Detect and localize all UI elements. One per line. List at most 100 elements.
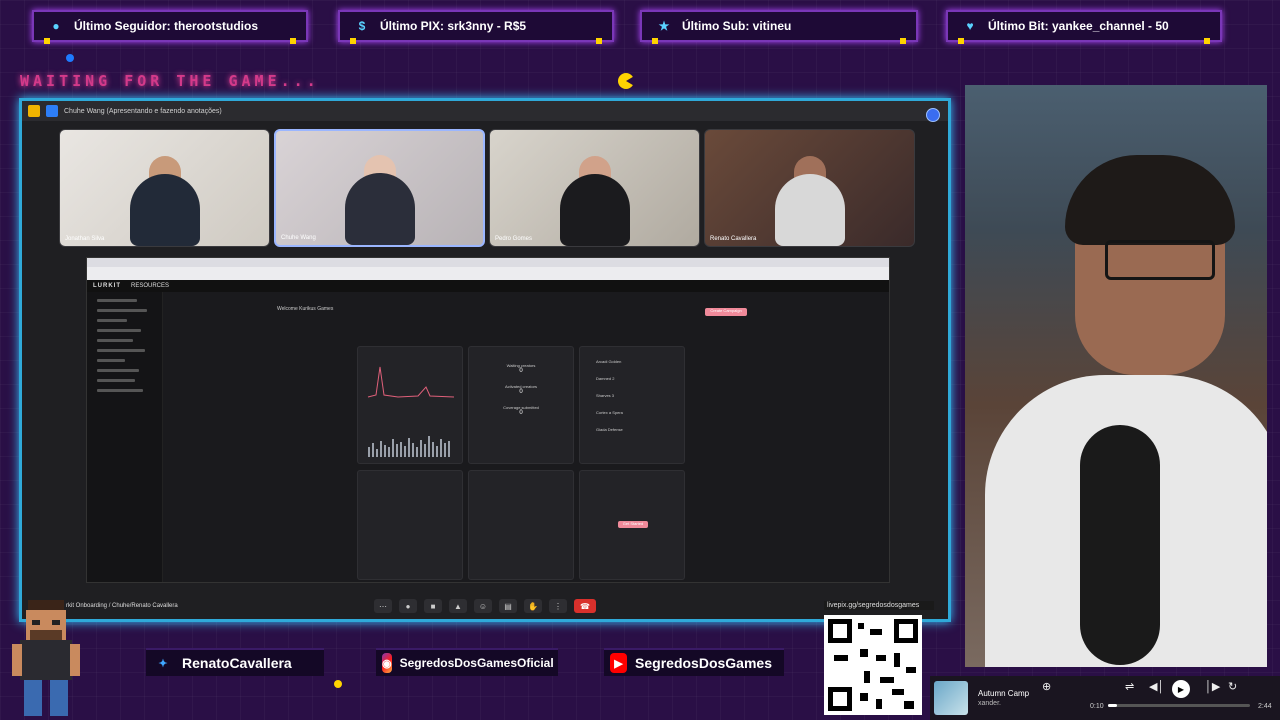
welcome-text: Welcome Kurikus Games [277, 306, 334, 312]
webcam-person [1065, 155, 1235, 245]
edit-icon[interactable] [926, 108, 940, 122]
add-icon[interactable]: ⊕ [1042, 680, 1051, 693]
shuffle-icon[interactable]: ⇌ [1125, 680, 1134, 693]
end-call-button[interactable]: ☎ [574, 599, 596, 613]
pix-icon: $ [358, 19, 366, 33]
game-item[interactable]: Giada Defense [596, 427, 623, 432]
waiting-banner: WAITING FOR THE GAME... [20, 72, 320, 90]
captions-icon[interactable]: ▤ [499, 599, 517, 613]
alert-label: Último Bit: yankee_channel - 50 [988, 19, 1169, 33]
progress-bar[interactable] [1108, 704, 1250, 707]
participant-tile[interactable]: Renato Cavallera [704, 129, 915, 247]
instagram-icon: ◉ [382, 653, 392, 673]
game-item[interactable]: Arcadi Golden [596, 359, 621, 364]
sidebar-item[interactable] [97, 329, 141, 332]
participant-tile[interactable]: Jonathan Silva [59, 129, 270, 247]
qr-module [880, 677, 894, 683]
share-icon[interactable]: ▲ [449, 599, 467, 613]
sidebar-item[interactable] [97, 379, 135, 382]
game-item[interactable]: Damned 2 [596, 376, 614, 381]
alert-last-pix: $ Último PIX: srk3nny - R$5 [338, 10, 614, 44]
emoji-icon[interactable]: ☺ [474, 599, 492, 613]
top-games-panel [468, 470, 574, 580]
qr-module [860, 693, 868, 701]
app-icon [46, 105, 58, 117]
total-time: 2:44 [1258, 703, 1272, 710]
next-icon[interactable]: │▶ [1205, 680, 1220, 693]
mic-icon[interactable]: ● [399, 599, 417, 613]
webcam-feed [965, 85, 1267, 667]
sidebar-item[interactable] [97, 319, 127, 322]
games-panel: Arcadi Golden Damned 2 Sharves 3 Cortex … [579, 346, 685, 464]
qr-module [858, 623, 864, 629]
stats-panel: Waiting creators 0 Activated creators 0 … [468, 346, 574, 464]
alert-label: Último Seguidor: therootstudios [74, 19, 258, 33]
qr-marker [828, 619, 852, 643]
participant-name: Chuhe Wang [281, 235, 316, 241]
microphone [1080, 425, 1160, 665]
qr-marker [894, 619, 918, 643]
music-player: Autumn Camp xander. ⊕ ⇌ ◀│ ▶ │▶ ↻ 0:10 2… [930, 676, 1280, 720]
qr-url: livepix.gg/segredosdosgames [824, 601, 934, 610]
browser-tabs[interactable] [87, 258, 889, 267]
participant-name: Pedro Gomes [495, 236, 533, 242]
qr-code[interactable]: livepix.gg/segredosdosgames [824, 601, 934, 715]
sidebar-item[interactable] [97, 369, 139, 372]
participant-name: Renato Cavallera [710, 236, 757, 242]
star-icon: ★ [658, 19, 670, 33]
pacman-icon [618, 73, 634, 89]
sidebar-item[interactable] [97, 309, 147, 312]
qr-module [870, 629, 882, 635]
meeting-title-bar: Chuhe Wang (Apresentando e fazendo anota… [22, 101, 948, 122]
brand-logo: LURKIT [93, 283, 121, 289]
repeat-icon[interactable]: ↻ [1228, 680, 1237, 693]
glasses-icon [1105, 240, 1215, 280]
alert-label: Último PIX: srk3nny - R$5 [380, 19, 527, 33]
camera-icon[interactable]: ■ [424, 599, 442, 613]
alert-last-sub: ★ Último Sub: vitineu [640, 10, 918, 44]
instagram-handle[interactable]: ◉ SegredosDosGamesOficial [376, 648, 558, 676]
participant-video [559, 174, 630, 246]
sidebar-item[interactable] [97, 299, 137, 302]
browser-toolbar [87, 258, 889, 280]
more-icon[interactable]: ⋯ [374, 599, 392, 613]
twitter-label: RenatoCavallera [182, 655, 292, 671]
twitter-handle[interactable]: ✦ RenatoCavallera [146, 648, 324, 676]
decor-dot [66, 54, 74, 62]
qr-module [894, 653, 900, 667]
qr-module [906, 667, 916, 673]
previous-icon[interactable]: ◀│ [1149, 680, 1164, 693]
top-creators-panel [357, 470, 463, 580]
decor-dot [334, 680, 342, 688]
participant-name: Jonathan Silva [65, 236, 105, 242]
youtube-handle[interactable]: ▶ SegredosDosGames [604, 648, 784, 676]
options-icon[interactable]: ⋮ [549, 599, 567, 613]
sidebar-item[interactable] [97, 359, 125, 362]
alert-label: Último Sub: vitineu [682, 19, 792, 33]
sidebar-item[interactable] [97, 389, 143, 392]
user-icon: ● [52, 19, 60, 33]
participant-tile[interactable]: Chuhe Wang [274, 129, 485, 247]
get-started-button[interactable]: Get Started [618, 521, 648, 528]
qr-module [864, 671, 870, 683]
participant-tile[interactable]: Pedro Gomes [489, 129, 700, 247]
game-item[interactable]: Cortex a Spera [596, 410, 623, 415]
activated-creators-value: 0 [519, 389, 523, 395]
sidebar-item[interactable] [97, 339, 133, 342]
coverage-value: 0 [519, 410, 523, 416]
nav-resources[interactable]: RESOURCES [131, 283, 169, 289]
create-campaign-button[interactable]: Create Campaign [705, 308, 747, 316]
play-button[interactable]: ▶ [1172, 680, 1190, 698]
sidebar-item[interactable] [97, 349, 145, 352]
participant-video [344, 173, 415, 245]
app-nav: LURKIT RESOURCES [87, 280, 889, 292]
game-item[interactable]: Sharves 3 [596, 393, 614, 398]
heart-icon: ♥ [966, 19, 974, 33]
alert-last-follower: ● Último Seguidor: therootstudios [32, 10, 308, 44]
participant-grid: Jonathan Silva Chuhe Wang Pedro Gomes Re… [59, 129, 915, 247]
shared-screen: LURKIT RESOURCES Welcome Kurikus Games C… [86, 257, 890, 583]
track-info: Autumn Camp xander. [978, 689, 1036, 707]
participant-video [129, 174, 200, 246]
play-icon: ▶ [1172, 680, 1190, 698]
hand-icon[interactable]: ✋ [524, 599, 542, 613]
